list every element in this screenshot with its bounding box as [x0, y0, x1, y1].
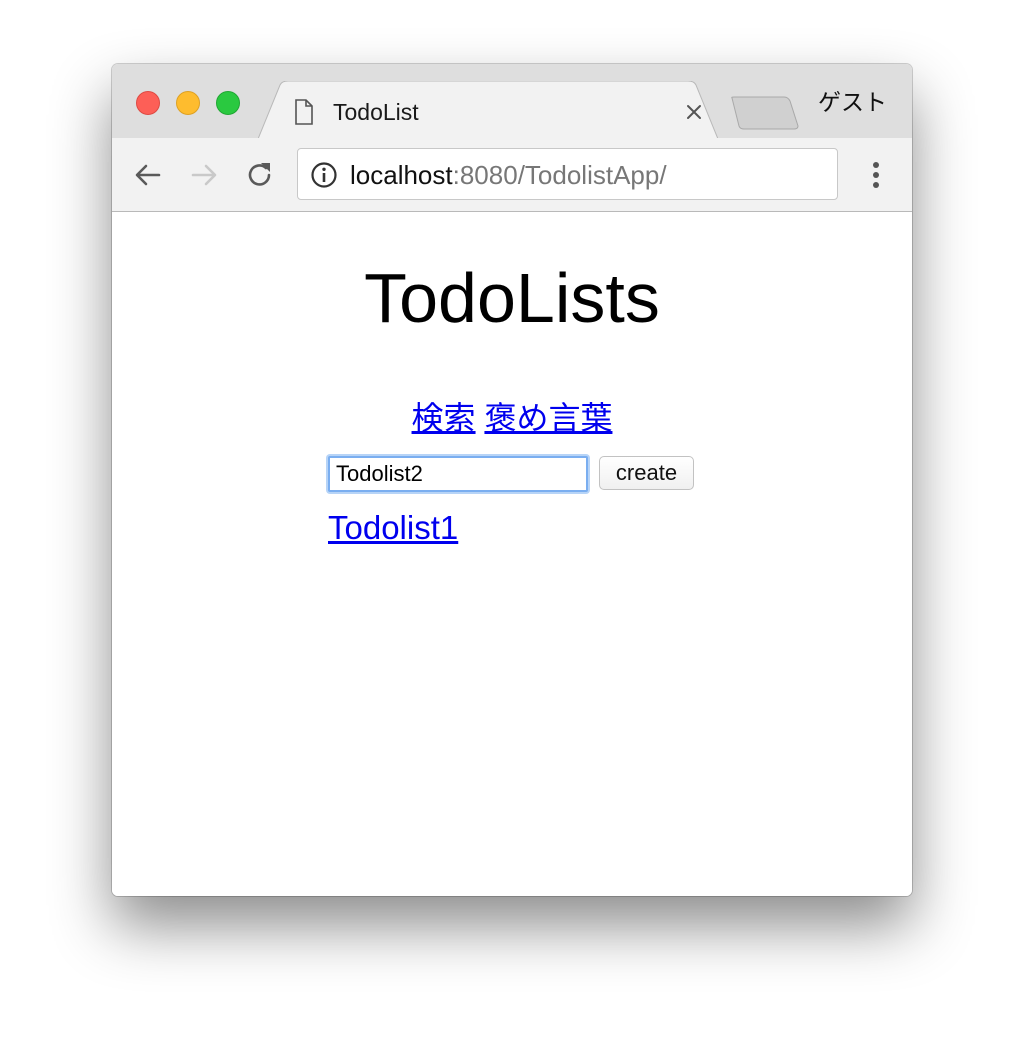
- page-content: TodoLists 検索 褒め言葉 create Todolist1: [112, 212, 912, 896]
- tab-title: TodoList: [333, 99, 419, 125]
- reload-icon[interactable]: [244, 159, 276, 191]
- tab-active[interactable]: TodoList: [258, 81, 718, 139]
- address-bar[interactable]: localhost:8080/TodolistApp/: [297, 148, 838, 200]
- todolist-link[interactable]: Todolist1: [328, 509, 458, 546]
- window-minimize-button[interactable]: [176, 91, 200, 115]
- url-host: localhost: [350, 160, 453, 190]
- tab-shape: [258, 81, 718, 139]
- close-icon[interactable]: [682, 100, 706, 124]
- todolist-name-input[interactable]: [328, 456, 588, 492]
- window-close-button[interactable]: [136, 91, 160, 115]
- arrow-right-icon[interactable]: [188, 159, 220, 191]
- browser-toolbar: localhost:8080/TodolistApp/: [112, 138, 912, 212]
- url-path: :8080/TodolistApp/: [452, 160, 667, 190]
- page-title: TodoLists: [364, 259, 660, 337]
- browser-window: TodoList ゲスト localhost:8080/TodolistApp/…: [112, 64, 912, 896]
- nav-links: 検索 褒め言葉: [112, 398, 912, 438]
- todo-list: Todolist1: [328, 508, 458, 548]
- window-zoom-button[interactable]: [216, 91, 240, 115]
- tab-strip: TodoList ゲスト: [112, 64, 912, 139]
- compliment-link[interactable]: 褒め言葉: [484, 400, 612, 436]
- info-icon[interactable]: [310, 161, 338, 189]
- list-item: Todolist1: [328, 508, 458, 548]
- new-tab-button[interactable]: [730, 96, 800, 130]
- more-vertical-icon[interactable]: [864, 158, 888, 192]
- file-icon: [295, 99, 313, 125]
- profile-label[interactable]: ゲスト: [818, 88, 887, 116]
- create-button[interactable]: create: [599, 456, 694, 490]
- url-text[interactable]: localhost:8080/TodolistApp/: [350, 159, 667, 191]
- search-link[interactable]: 検索: [412, 400, 476, 436]
- arrow-left-icon[interactable]: [132, 159, 164, 191]
